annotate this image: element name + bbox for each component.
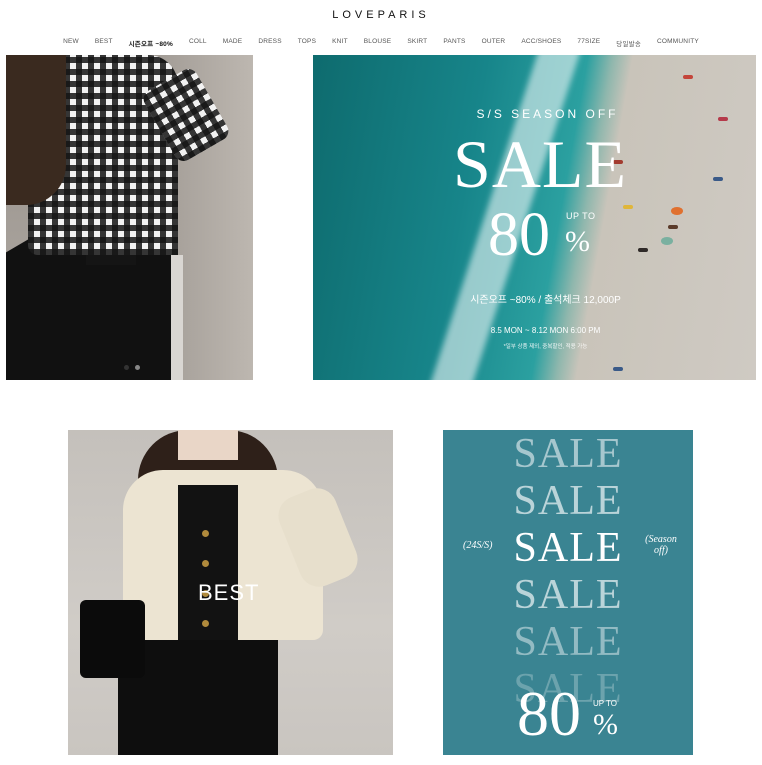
sale-row: SALE <box>513 431 623 477</box>
banner-season-text: S/S SEASON OFF <box>476 107 619 121</box>
beach-person <box>713 177 723 181</box>
nav-item-skirt[interactable]: SKIRT <box>399 38 435 48</box>
banner-note-line: *일부 상품 제외, 중복할인, 적용 가능 <box>503 344 588 350</box>
sale-upto-text: UP TO <box>593 699 618 708</box>
beach-umbrella <box>671 207 683 215</box>
banner-date-line: 8.5 MON ~ 8.12 MON 6:00 PM <box>490 326 601 335</box>
slider-dot[interactable] <box>135 365 140 370</box>
nav-item-dress[interactable]: DRESS <box>250 38 289 48</box>
slider-dots <box>124 365 140 370</box>
sale-row: SALE <box>513 572 623 618</box>
beach-person <box>668 225 678 229</box>
slider-dot[interactable] <box>124 365 129 370</box>
hero-slider-photo[interactable] <box>6 55 253 380</box>
nav-item-best[interactable]: BEST <box>87 38 121 48</box>
best-category-card[interactable]: BEST <box>68 430 393 755</box>
banner-upto-text: UP TO <box>566 211 596 221</box>
site-logo[interactable]: LOVEPARIS <box>0 9 762 21</box>
nav-item-new[interactable]: NEW <box>55 38 87 48</box>
season-off-banner[interactable]: S/S SEASON OFF SALE 80 UP TO % 시즌오프 ~80%… <box>313 55 756 380</box>
cardigan-button <box>202 560 209 567</box>
nav-item-coll[interactable]: COLL <box>181 38 215 48</box>
model-hair <box>6 55 66 205</box>
sale-season-off-tag: (Season off) <box>645 534 677 556</box>
nav-item-knit[interactable]: KNIT <box>324 38 356 48</box>
model-face <box>178 430 238 460</box>
cardigan-button <box>202 530 209 537</box>
sale-season-tag: (24S/S) <box>463 540 493 551</box>
nav-item-outer[interactable]: OUTER <box>474 38 514 48</box>
banner-sale-text: SALE <box>453 126 627 202</box>
sale-percent-sign: % <box>593 708 618 741</box>
beach-person <box>638 248 648 252</box>
cardigan-button <box>202 620 209 627</box>
nav-item-77size[interactable]: 77SIZE <box>569 38 608 48</box>
sale-promo-card[interactable]: SALE SALE SALE SALE SALE SALE (24S/S) (S… <box>443 430 693 755</box>
sale-row: SALE <box>513 619 623 665</box>
black-handbag <box>80 600 145 678</box>
beach-person <box>623 205 633 209</box>
nav-item-시즌오프-80[interactable]: 시즌오프 ~80% <box>121 38 181 48</box>
beach-person <box>613 367 623 371</box>
sale-percent-value: 80 <box>517 678 581 749</box>
nav-item-blouse[interactable]: BLOUSE <box>356 38 400 48</box>
best-label: BEST <box>198 580 260 605</box>
nav-item-community[interactable]: COMMUNITY <box>649 38 707 48</box>
nav-item-당일발송[interactable]: 당일발송 <box>608 38 649 48</box>
main-nav: NEW BEST 시즌오프 ~80% COLL MADE DRESS TOPS KNIT BLO… <box>0 38 762 48</box>
banner-promo-line: 시즌오프 ~80% / 출석체크 12,000P <box>470 295 621 306</box>
nav-item-tops[interactable]: TOPS <box>290 38 324 48</box>
nav-item-made[interactable]: MADE <box>215 38 251 48</box>
nav-item-acc-shoes[interactable]: ACC/SHOES <box>513 38 569 48</box>
beach-person <box>683 75 693 79</box>
nav-item-pants[interactable]: PANTS <box>435 38 473 48</box>
sale-row: SALE <box>513 478 623 524</box>
banner-percent-value: 80 <box>488 201 550 269</box>
banner-percent-sign: % <box>565 225 590 258</box>
beach-umbrella <box>661 237 673 245</box>
